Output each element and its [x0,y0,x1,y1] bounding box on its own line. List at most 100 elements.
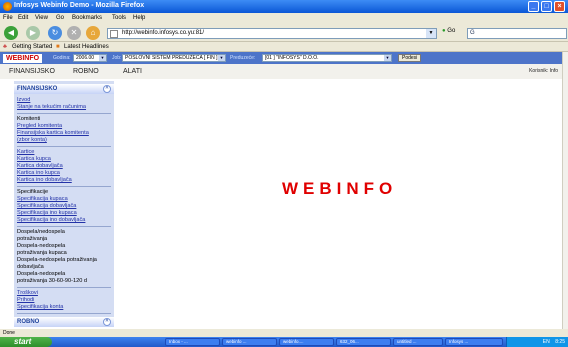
sidebar-section-robno[interactable]: ROBNO ^ [14,317,114,327]
sidebar-section-title: FINANSIJSKO [17,86,58,92]
sidebar-link[interactable]: Specifikacija ino kupaca [17,210,85,217]
search-icon: G [470,30,475,36]
sidebar-text: Dospela/nedospela [17,229,65,235]
task-label: untitled ... [397,339,417,344]
menu-view[interactable]: View [35,15,48,21]
status-text: Done [3,330,15,336]
sidebar-divider [17,113,111,114]
task-button[interactable]: Infosys ... [445,338,503,346]
stop-icon[interactable]: ✕ [67,26,81,40]
task-button[interactable]: Inbox - ... [165,338,220,346]
url-dropdown-icon[interactable]: ▼ [426,29,436,38]
task-button[interactable]: webinfo ... [222,338,277,346]
sidebar-divider [17,226,111,227]
sidebar-link[interactable]: Izvod [17,97,86,104]
start-button[interactable]: start [0,337,52,347]
sidebar-group: Izvod Stanje na tekućim računima [17,97,86,111]
firefox-icon [3,2,12,11]
sidebar-link[interactable]: Kartica ino dobavljača [17,177,72,184]
menu-bar: File Edit View Go Bookmarks Tools Help [0,13,568,24]
sidebar-link[interactable]: (zbor konta) [17,137,89,144]
job-value: POSLOVNI SISTEM PREDUZECA [ FIN ] [125,55,218,61]
sidebar-text: Specifikacije [17,189,49,195]
sidebar-text: potraživanja kupaca [17,250,67,256]
tab-robno[interactable]: ROBNO [73,68,99,75]
start-label: start [14,337,32,346]
godina-value: 2006.00 [76,55,95,61]
sidebar-group: Kartice Kartica kupca Kartica dobavljača Ka… [17,149,72,184]
chevron-down-icon: ▼ [218,55,225,61]
app-header: WEBINFO Godina: 2006.00 ▼ Job: POSLOVNI … [0,52,562,64]
sidebar-link[interactable]: Specifikacija ino dobavljača [17,217,85,224]
menu-file[interactable]: File [3,15,13,21]
sidebar-link[interactable]: Kartica kupca [17,156,72,163]
sidebar-divider [17,146,111,147]
taskbar: start Inbox - ... webinfo ... webinfo...… [0,337,568,347]
page-icon [110,30,118,38]
window-title: Infosys Webinfo Demo - Mozilla Firefox [14,2,145,9]
sidebar-link[interactable]: Specifikacija konta [17,304,63,311]
sidebar-divider [17,287,111,288]
language-indicator: EN [542,339,550,345]
task-button[interactable]: 632_06... [336,338,391,346]
sidebar-link[interactable]: Prihodi [17,297,63,304]
sidebar-text: potraživanja 30-60-90-120 d [17,278,87,284]
sidebar-text: Dospela-nedospela [17,271,66,277]
back-icon[interactable]: ◀ [4,26,18,40]
sidebar-text: Dospela-nedospela [17,243,66,249]
menu-go[interactable]: Go [56,15,64,21]
sidebar-link[interactable]: Stanje na tekućim računima [17,104,86,111]
bookmark-getting-started[interactable]: Getting Started [12,44,52,50]
status-bar: Done [0,329,568,337]
sidebar-link[interactable]: Troškovi [17,290,63,297]
sidebar-section-title: ROBNO [17,319,40,325]
reload-icon[interactable]: ↻ [48,26,62,40]
go-label: Go [447,28,456,34]
sidebar: FINANSIJSKO ^ Izvod Stanje na tekućim rač… [14,81,114,327]
menu-tools[interactable]: Tools [112,15,126,21]
chevron-down-icon: ▼ [384,55,391,61]
collapse-icon[interactable]: ^ [103,85,111,93]
sidebar-link[interactable]: Specifikacija kupaca [17,196,85,203]
menu-help[interactable]: Help [133,15,145,21]
menu-edit[interactable]: Edit [18,15,28,21]
sidebar-link[interactable]: Kartica dobavljača [17,163,72,170]
go-button[interactable]: ● Go [442,28,455,34]
url-text: http://webinfo.infosys.co.yu:81/ [122,30,205,36]
home-icon[interactable]: ⌂ [86,26,100,40]
brand-text: WEBINFO [282,179,398,198]
vertical-scrollbar[interactable] [562,52,568,329]
tab-alati[interactable]: ALATI [123,68,142,75]
bookmark-latest-headlines[interactable]: Latest Headlines [64,44,109,50]
preduzece-select[interactable]: [01 ] "INFOSYS" D.O.O. ▼ [262,54,392,62]
app-logo: WEBINFO [3,54,43,63]
minimize-button[interactable]: _ [528,1,539,12]
sidebar-group: Troškovi Prihodi Specifikacija konta [17,290,63,311]
podesi-button[interactable]: Podesi [398,54,422,62]
preduzece-value: [01 ] "INFOSYS" D.O.O. [265,55,319,61]
sidebar-group: Komitenti Pregled komitenta Finansijska ka… [17,116,89,144]
menu-bookmarks[interactable]: Bookmarks [72,15,102,21]
sidebar-link[interactable]: Specifikacija dobavljača [17,203,85,210]
sidebar-section-finansijsko[interactable]: FINANSIJSKO ^ [14,84,114,94]
bookmark-icon: ♣ [3,44,7,50]
task-button[interactable]: webinfo.... [279,338,334,346]
sidebar-link[interactable]: Kartice [17,149,72,156]
forward-icon[interactable]: ▶ [26,26,40,40]
sidebar-link[interactable]: Pregled komitenta [17,123,89,130]
job-select[interactable]: POSLOVNI SISTEM PREDUZECA [ FIN ] ▼ [122,54,226,62]
url-input[interactable]: http://webinfo.infosys.co.yu:81/ ▼ [107,28,437,39]
sidebar-text: Komitenti [17,116,41,122]
system-tray: EN 8:25 [506,337,568,347]
godina-select[interactable]: 2006.00 ▼ [73,54,107,62]
sidebar-divider [17,186,111,187]
expand-icon[interactable]: ^ [103,318,111,326]
close-button[interactable]: × [554,1,565,12]
sidebar-link[interactable]: Kartica ino kupca [17,170,72,177]
tab-finansijsko[interactable]: FINANSIJSKO [9,68,55,75]
search-input[interactable]: G [467,28,567,39]
sidebar-link[interactable]: Finansijska kartica komitenta [17,130,89,137]
maximize-button[interactable]: □ [541,1,552,12]
task-button[interactable]: untitled ... [393,338,443,346]
go-icon: ● [442,28,446,34]
